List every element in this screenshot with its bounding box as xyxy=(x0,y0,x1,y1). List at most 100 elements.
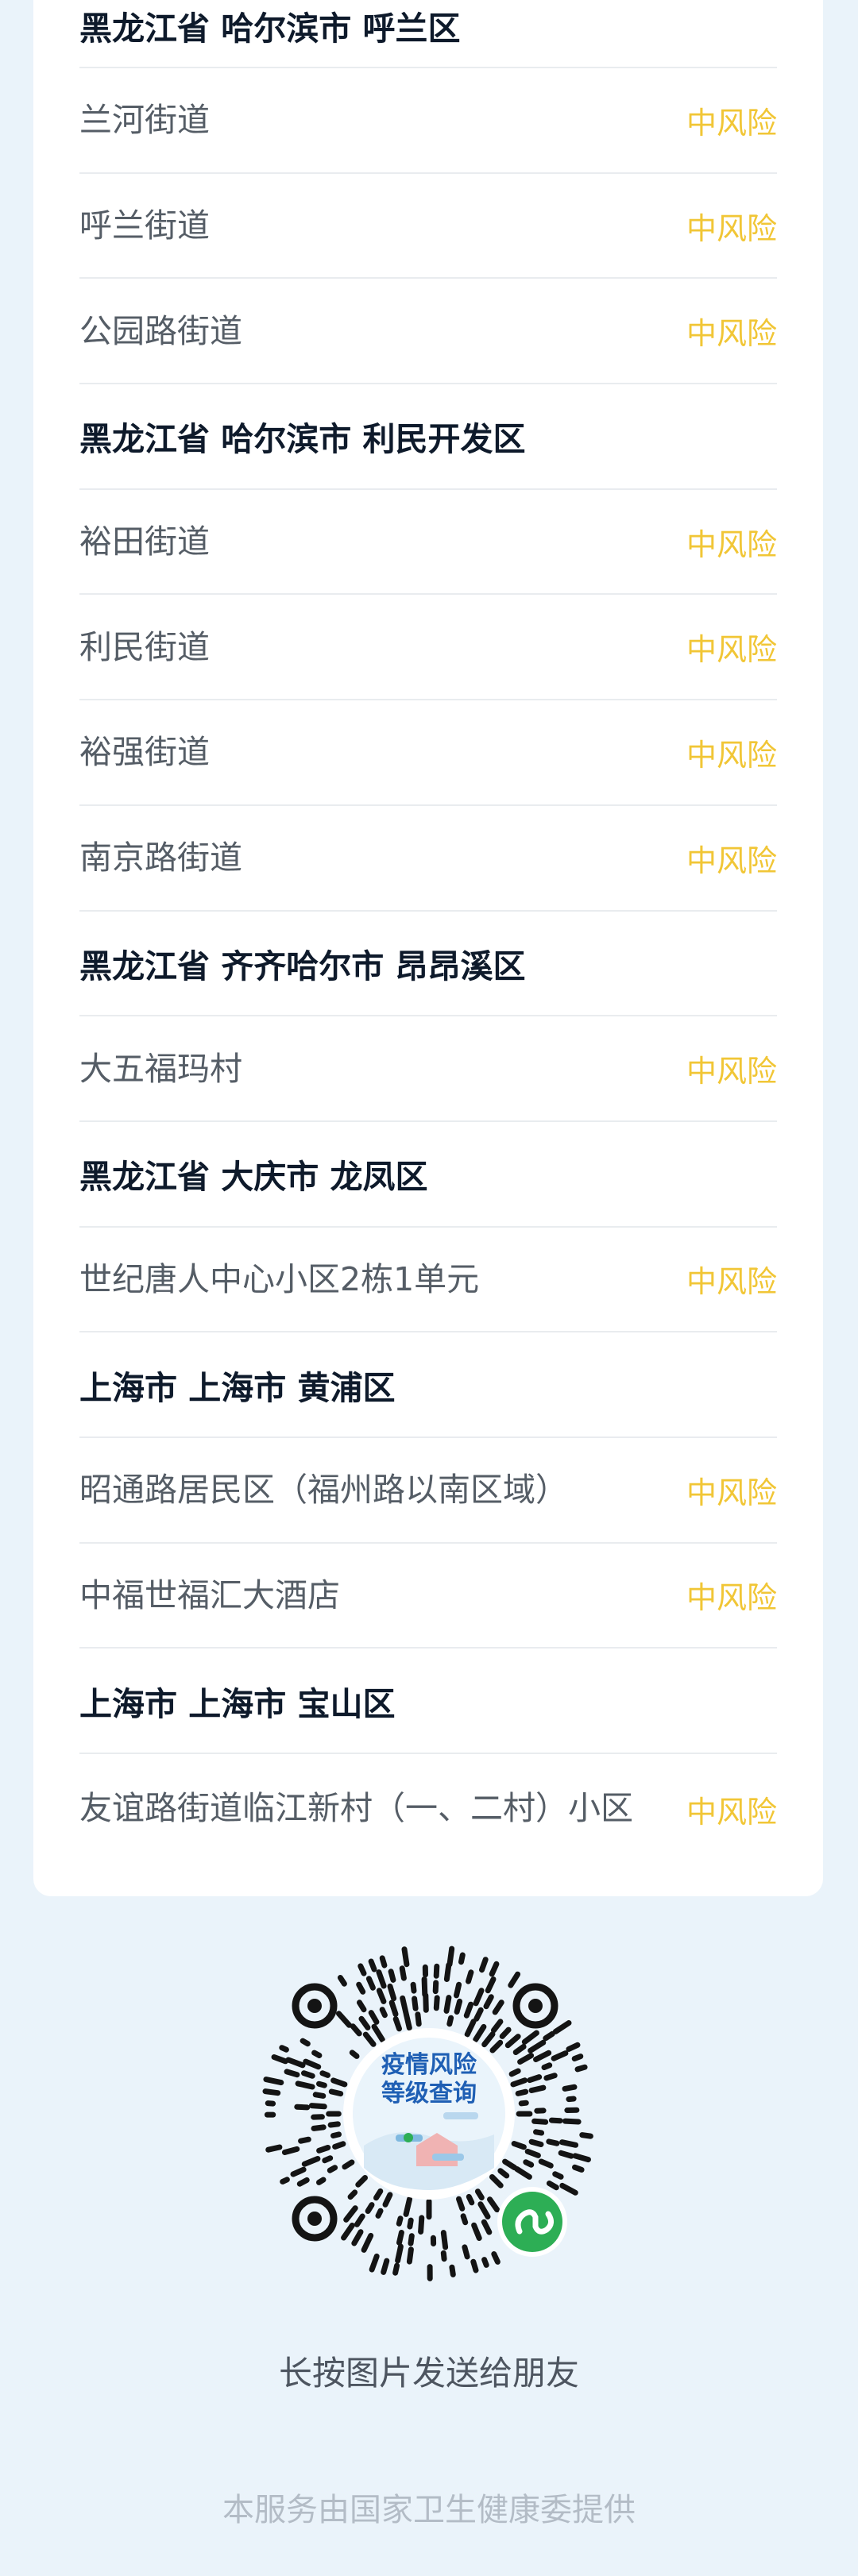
qr-dash xyxy=(517,2053,535,2065)
qr-dash xyxy=(462,2244,470,2260)
qr-dash xyxy=(327,2121,341,2128)
list-item[interactable]: 裕田街道 中风险 xyxy=(79,490,777,596)
qr-dash xyxy=(479,1957,489,1973)
list-item[interactable]: 南京路街道 中风险 xyxy=(79,806,777,912)
qr-dash xyxy=(379,2007,388,2019)
qr-dash xyxy=(433,1963,440,1979)
region-header: 黑龙江省 齐齐哈尔市 昂昂溪区 xyxy=(79,912,777,1017)
qr-dash xyxy=(327,2165,338,2173)
qr-dash xyxy=(279,2045,289,2053)
qr-dash xyxy=(473,1988,485,2007)
qr-dash xyxy=(382,2192,393,2208)
area-name: 昭通路居民区（福州路以南区域） xyxy=(79,1471,568,1510)
qr-dash xyxy=(543,2073,558,2081)
qr-dash xyxy=(511,2141,527,2150)
mini-program-qr-code[interactable]: 疫情风险 等级查询 xyxy=(253,1938,605,2290)
area-name: 友谊路街道临江新村（一、二村）小区 xyxy=(79,1789,633,1827)
list-item[interactable]: 公园路街道 中风险 xyxy=(79,279,777,385)
qr-dash xyxy=(508,2068,521,2077)
qr-dash xyxy=(395,2243,404,2264)
qr-dash xyxy=(489,2039,504,2053)
qr-dash xyxy=(473,2007,484,2022)
qr-dash xyxy=(543,2030,555,2042)
risk-level: 中风险 xyxy=(686,1264,777,1300)
qr-dash xyxy=(423,1992,429,2013)
list-item[interactable]: 裕强街道 中风险 xyxy=(79,700,777,806)
qr-dash xyxy=(403,2196,412,2217)
qr-center-logo: 疫情风险 等级查询 xyxy=(343,2028,515,2200)
qr-dash xyxy=(300,2038,311,2047)
qr-dash xyxy=(489,2174,504,2188)
risk-level: 中风险 xyxy=(686,737,777,773)
qr-dash xyxy=(562,2118,582,2125)
qr-dash xyxy=(371,2023,385,2043)
qr-dash xyxy=(262,2088,281,2096)
qr-dash xyxy=(388,1969,396,1983)
risk-level: 中风险 xyxy=(686,526,777,562)
region-header: 黑龙江省 哈尔滨市 呼兰区 xyxy=(79,0,777,68)
qr-dash xyxy=(546,2138,560,2146)
qr-dash xyxy=(358,1963,367,1976)
qr-dash xyxy=(396,2230,404,2246)
risk-level: 中风险 xyxy=(686,210,777,246)
qr-dash xyxy=(481,2219,493,2235)
qr-dash xyxy=(373,2188,384,2201)
list-item[interactable]: 兰河街道 中风险 xyxy=(79,68,777,174)
qr-dash xyxy=(263,2077,284,2086)
risk-level: 中风险 xyxy=(686,843,777,878)
qr-dash xyxy=(341,2223,355,2241)
qr-dash xyxy=(504,2034,521,2049)
qr-dash xyxy=(552,2171,564,2180)
qr-dash xyxy=(319,2070,330,2078)
qr-dash xyxy=(354,2213,365,2227)
list-item[interactable]: 世纪唐人中心小区2栋1单元 中风险 xyxy=(79,1228,777,1333)
qr-dash xyxy=(463,2001,474,2019)
region-header: 上海市 上海市 宝山区 xyxy=(79,1649,777,1754)
qr-dash xyxy=(312,2092,327,2099)
qr-dash xyxy=(330,2131,342,2138)
region-header: 黑龙江省 哈尔滨市 利民开发区 xyxy=(79,384,777,490)
qr-dash xyxy=(403,2011,412,2031)
qr-dash xyxy=(485,1976,497,1994)
qr-dash xyxy=(481,2257,489,2268)
risk-level: 中风险 xyxy=(686,1054,777,1089)
qr-dash xyxy=(387,1983,397,2002)
qr-dash xyxy=(375,2208,384,2219)
risk-level: 中风险 xyxy=(686,632,777,668)
qr-dash xyxy=(303,2058,322,2070)
qr-dash xyxy=(499,2026,512,2039)
qr-dash xyxy=(541,2062,553,2070)
qr-dash xyxy=(464,2019,477,2038)
qr-dash xyxy=(483,1994,494,2010)
qr-dash xyxy=(350,2023,362,2037)
list-item[interactable]: 利民街道 中风险 xyxy=(79,595,777,701)
qr-dash xyxy=(415,2011,422,2027)
qr-dash xyxy=(332,2141,346,2150)
qr-dash xyxy=(388,1999,399,2017)
list-item[interactable]: 呼兰街道 中风险 xyxy=(79,174,777,280)
list-item[interactable]: 中福世福汇大酒店 中风险 xyxy=(79,1544,777,1649)
qr-dash xyxy=(466,1969,474,1984)
qr-dash xyxy=(558,2150,574,2159)
area-name: 大五福玛村 xyxy=(79,1049,242,1088)
area-name: 裕田街道 xyxy=(79,523,210,561)
qr-dash xyxy=(440,2250,447,2262)
qr-dash xyxy=(408,2233,415,2246)
qr-dash xyxy=(502,2158,518,2171)
qr-center-title-line1: 疫情风险 xyxy=(381,2051,477,2078)
area-name: 利民街道 xyxy=(79,627,210,666)
area-name: 呼兰街道 xyxy=(79,206,210,245)
area-name: 公园路街道 xyxy=(79,311,242,350)
qr-dash xyxy=(460,2213,469,2226)
qr-dash xyxy=(358,2015,371,2030)
qr-dash xyxy=(518,2100,529,2107)
list-item[interactable]: 昭通路居民区（福州路以南区域） 中风险 xyxy=(79,1438,777,1544)
qr-dash xyxy=(290,2166,307,2177)
qr-dash xyxy=(379,1955,388,1969)
risk-area-list: 黑龙江省 哈尔滨市 呼兰区 兰河街道 中风险 呼兰街道 中风险 公园路街道 中风… xyxy=(79,0,777,1881)
qr-dash xyxy=(412,1996,419,2011)
qr-dash xyxy=(421,1976,428,1998)
qr-dash xyxy=(515,2088,529,2096)
list-item[interactable]: 大五福玛村 中风险 xyxy=(79,1016,777,1122)
list-item[interactable]: 友谊路街道临江新村（一、二村）小区 中风险 xyxy=(79,1754,777,1881)
